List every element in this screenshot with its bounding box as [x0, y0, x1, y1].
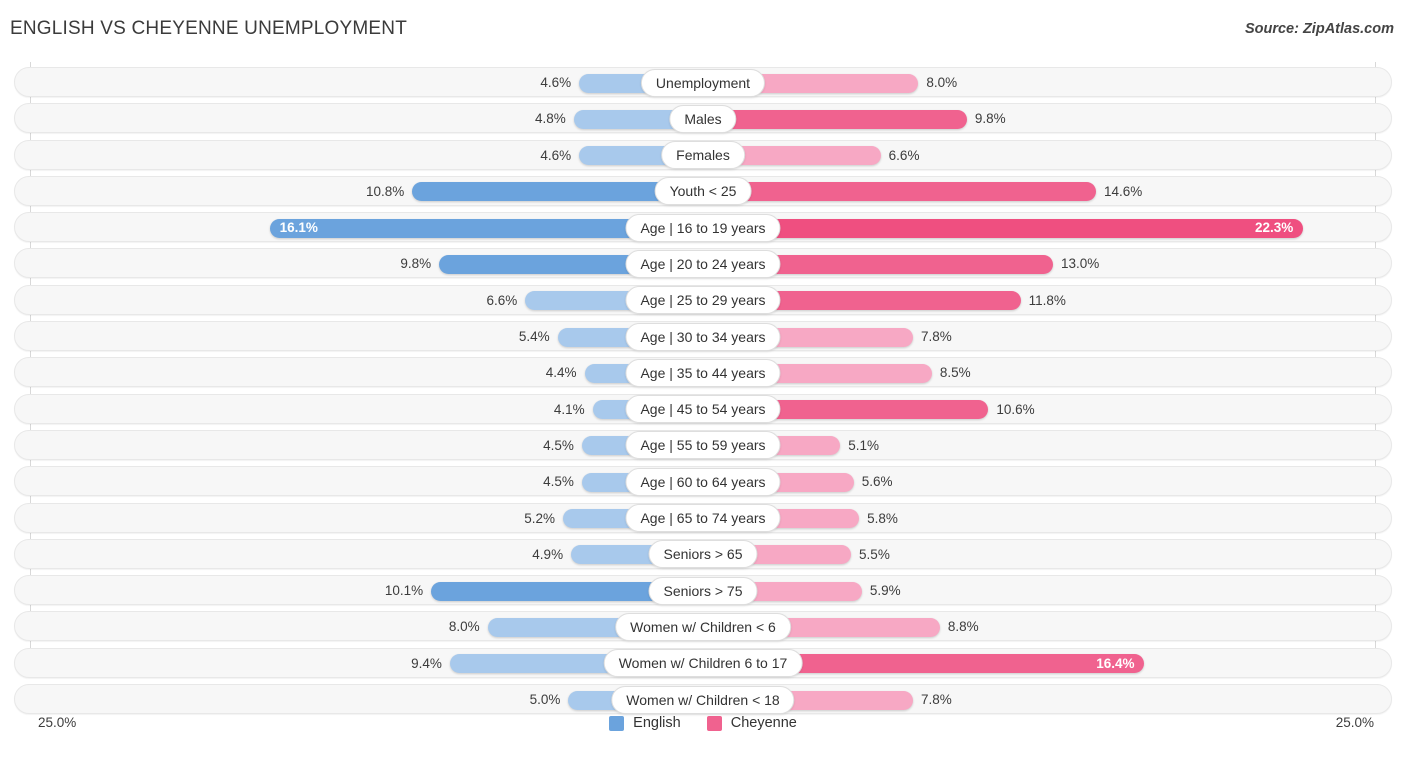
chart-row: 10.1% 5.9% Seniors > 75 [0, 572, 1406, 608]
value-english: 4.1% [553, 401, 585, 417]
value-cheyenne: 13.0% [1060, 256, 1100, 272]
value-cheyenne: 22.3% [1255, 220, 1294, 236]
legend-label: English [633, 715, 681, 731]
legend-item: English [609, 715, 681, 731]
chart-row: 4.5% 5.1% Age | 55 to 59 years [0, 427, 1406, 463]
value-english: 8.0% [448, 619, 480, 635]
chart-rows: 4.6% 8.0% Unemployment 4.8% 9.8% Males 4.6% 6.6… [0, 64, 1406, 717]
row-label: Males [669, 104, 737, 133]
row-label: Age | 65 to 74 years [625, 504, 781, 533]
value-english: 4.5% [543, 437, 574, 453]
legend-item: Cheyenne [706, 715, 797, 731]
value-cheyenne: 5.1% [848, 437, 880, 453]
diverging-bar-chart: 4.6% 8.0% Unemployment 4.8% 9.8% Males 4.6% 6.6… [0, 62, 1406, 715]
chart-row: 8.0% 8.8% Women w/ Children < 6 [0, 608, 1406, 644]
chart-row: 4.6% 6.6% Females [0, 137, 1406, 173]
row-label: Age | 16 to 19 years [625, 213, 781, 242]
value-english: 4.5% [543, 474, 574, 490]
value-cheyenne: 5.9% [869, 583, 901, 599]
row-label: Women w/ Children < 6 [615, 612, 791, 641]
value-cheyenne: 9.8% [974, 111, 1006, 127]
value-cheyenne: 16.4% [1096, 655, 1135, 671]
chart-footer: 25.0% 25.0% English Cheyenne [0, 715, 1406, 757]
row-label: Age | 30 to 34 years [625, 322, 781, 351]
value-english: 4.4% [545, 365, 577, 381]
legend-swatch-icon [706, 715, 722, 731]
chart-row: 6.6% 11.8% Age | 25 to 29 years [0, 282, 1406, 318]
chart-page: ENGLISH VS CHEYENNE UNEMPLOYMENT Source:… [0, 0, 1406, 757]
row-label: Age | 25 to 29 years [625, 286, 781, 315]
value-english: 4.8% [535, 111, 566, 127]
chart-legend: English Cheyenne [0, 715, 1406, 731]
chart-row: 9.4% 16.4% Women w/ Children 6 to 17 [0, 645, 1406, 681]
chart-row: 4.6% 8.0% Unemployment [0, 64, 1406, 100]
value-cheyenne: 14.6% [1104, 183, 1143, 199]
value-cheyenne: 7.8% [920, 692, 952, 708]
value-english: 9.4% [411, 655, 442, 671]
value-cheyenne: 11.8% [1028, 292, 1066, 308]
value-english: 9.8% [400, 256, 432, 272]
chart-row: 4.5% 5.6% Age | 60 to 64 years [0, 463, 1406, 499]
chart-row: 9.8% 13.0% Age | 20 to 24 years [0, 245, 1406, 281]
value-cheyenne: 8.0% [926, 75, 958, 90]
row-label: Women w/ Children 6 to 17 [603, 649, 803, 678]
chart-row: 4.1% 10.6% Age | 45 to 54 years [0, 391, 1406, 427]
value-english: 6.6% [486, 292, 518, 308]
value-cheyenne: 5.6% [861, 474, 893, 490]
value-cheyenne: 8.8% [947, 619, 979, 635]
chart-row: 4.8% 9.8% Males [0, 100, 1406, 136]
row-label: Females [661, 141, 745, 170]
value-english: 5.0% [529, 692, 561, 708]
bar-cheyenne [703, 109, 967, 129]
value-cheyenne: 6.6% [888, 147, 920, 163]
chart-row: 5.2% 5.8% Age | 65 to 74 years [0, 500, 1406, 536]
chart-row: 4.4% 8.5% Age | 35 to 44 years [0, 354, 1406, 390]
page-title: ENGLISH VS CHEYENNE UNEMPLOYMENT [10, 18, 408, 39]
chart-row: 5.4% 7.8% Age | 30 to 34 years [0, 318, 1406, 354]
value-english: 5.4% [518, 329, 550, 345]
row-label: Unemployment [640, 68, 766, 97]
row-label: Age | 20 to 24 years [625, 249, 781, 278]
value-cheyenne: 5.5% [859, 546, 890, 562]
legend-label: Cheyenne [730, 715, 797, 731]
value-english: 10.1% [384, 583, 424, 599]
value-english: 4.9% [532, 546, 564, 562]
row-label: Age | 55 to 59 years [625, 431, 781, 460]
row-label: Seniors > 65 [648, 540, 758, 569]
value-cheyenne: 8.5% [939, 365, 971, 381]
chart-row: 4.9% 5.5% Seniors > 65 [0, 536, 1406, 572]
row-label: Seniors > 75 [648, 576, 758, 605]
value-english: 4.6% [540, 75, 572, 90]
row-label: Age | 35 to 44 years [625, 358, 781, 387]
bar-cheyenne [703, 218, 1304, 238]
row-label: Women w/ Children < 18 [611, 685, 795, 714]
row-label: Youth < 25 [654, 177, 752, 206]
row-label: Age | 60 to 64 years [625, 467, 781, 496]
value-english: 4.6% [540, 147, 572, 163]
source-attribution: Source: ZipAtlas.com [1244, 21, 1394, 37]
value-cheyenne: 7.8% [920, 329, 952, 345]
value-english: 16.1% [279, 220, 318, 236]
value-cheyenne: 10.6% [996, 401, 1035, 417]
chart-row: 5.0% 7.8% Women w/ Children < 18 [0, 681, 1406, 717]
value-english: 10.8% [365, 183, 405, 199]
row-label: Age | 45 to 54 years [625, 395, 781, 424]
value-english: 5.2% [524, 510, 556, 526]
chart-row: 16.1% 22.3% Age | 16 to 19 years [0, 209, 1406, 245]
bar-cheyenne [703, 182, 1097, 202]
chart-row: 10.8% 14.6% Youth < 25 [0, 173, 1406, 209]
value-cheyenne: 5.8% [867, 510, 898, 526]
legend-swatch-icon [609, 715, 625, 731]
